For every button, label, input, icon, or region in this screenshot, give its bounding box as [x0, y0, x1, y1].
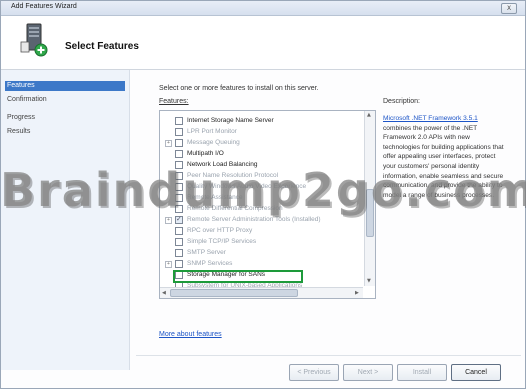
next-button[interactable]: Next >: [343, 364, 393, 381]
nav-item-progress[interactable]: Progress: [5, 113, 125, 123]
scroll-left-icon[interactable]: ◀: [162, 290, 166, 296]
main-content: Select one or more features to install o…: [136, 70, 521, 360]
feature-label: Remote Differential Compression: [187, 205, 283, 212]
footer-divider: [136, 355, 521, 356]
feature-checkbox[interactable]: [175, 128, 183, 136]
page-title: Select Features: [65, 41, 139, 52]
feature-row[interactable]: + Remote Server Administration Tools (Ins…: [160, 214, 363, 225]
description-label: Description:: [383, 98, 420, 105]
expand-icon[interactable]: +: [165, 217, 172, 224]
window-title: Add Features Wizard: [11, 3, 77, 10]
feature-checkbox[interactable]: [175, 150, 183, 158]
instruction-text: Select one or more features to install o…: [159, 85, 319, 92]
feature-label: Internet Storage Name Server: [187, 117, 274, 124]
description-body: Microsoft .NET Framework 3.5.1 combines …: [383, 114, 507, 200]
wizard-nav: Features Confirmation Progress Results: [1, 70, 130, 370]
horizontal-scrollbar[interactable]: ◀ ▶: [160, 287, 363, 298]
feature-checkbox[interactable]: [175, 249, 183, 257]
scroll-right-icon[interactable]: ▶: [355, 290, 359, 296]
feature-row[interactable]: RPC over HTTP Proxy: [160, 225, 363, 236]
vertical-scrollbar[interactable]: ▲ ▼: [364, 111, 375, 286]
features-label: Features:: [159, 98, 189, 105]
feature-row[interactable]: LPR Port Monitor: [160, 126, 363, 137]
feature-checkbox[interactable]: [175, 117, 183, 125]
scroll-up-icon[interactable]: ▲: [367, 112, 371, 118]
expand-icon[interactable]: +: [165, 261, 172, 268]
cancel-button[interactable]: Cancel: [451, 364, 501, 381]
feature-label: Quality Windows Audio Video Experience: [187, 183, 307, 190]
feature-row[interactable]: + SNMP Services: [160, 258, 363, 269]
vertical-scroll-thumb[interactable]: [366, 189, 374, 237]
feature-label: Remote Assistance: [187, 194, 243, 201]
horizontal-scroll-thumb[interactable]: [170, 289, 298, 297]
feature-label: Multipath I/O: [187, 150, 224, 157]
feature-checkbox[interactable]: [175, 194, 183, 202]
nav-item-results[interactable]: Results: [5, 127, 125, 137]
feature-row[interactable]: + Message Queuing: [160, 137, 363, 148]
nav-item-features[interactable]: Features: [5, 81, 125, 91]
feature-label: Simple TCP/IP Services: [187, 238, 257, 245]
description-text: combines the power of the .NET Framework…: [383, 124, 504, 199]
feature-row[interactable]: Storage Manager for SANs: [160, 269, 363, 283]
feature-label: RPC over HTTP Proxy: [187, 227, 253, 234]
feature-checkbox[interactable]: [175, 172, 183, 180]
features-tree[interactable]: Telnet ClientSubsystem for UNIX-based Ap…: [159, 110, 376, 299]
feature-checkbox[interactable]: [175, 260, 183, 268]
feature-row[interactable]: Network Load Balancing: [160, 159, 363, 170]
wizard-header: Select Features: [1, 16, 525, 70]
feature-checkbox[interactable]: [175, 205, 183, 213]
more-about-features-link[interactable]: More about features: [159, 331, 222, 338]
feature-label: SNMP Services: [187, 260, 233, 267]
selection-highlight: [173, 270, 303, 283]
description-link[interactable]: Microsoft .NET Framework 3.5.1: [383, 115, 478, 122]
feature-label: Network Load Balancing: [187, 161, 258, 168]
scroll-down-icon[interactable]: ▼: [367, 278, 371, 284]
feature-row[interactable]: Multipath I/O: [160, 148, 363, 159]
close-button[interactable]: X: [501, 3, 517, 14]
feature-checkbox[interactable]: [175, 227, 183, 235]
feature-checkbox[interactable]: [175, 183, 183, 191]
feature-label: Peer Name Resolution Protocol: [187, 172, 279, 179]
server-add-icon: [20, 23, 48, 57]
feature-checkbox[interactable]: [175, 139, 183, 147]
wizard-window: Add Features Wizard X Select Features Fe…: [0, 0, 526, 389]
feature-checkbox[interactable]: [175, 214, 183, 225]
feature-row[interactable]: Internet Storage Name Server: [160, 115, 363, 126]
install-button[interactable]: Install: [397, 364, 447, 381]
feature-row[interactable]: Remote Differential Compression: [160, 203, 363, 214]
feature-row[interactable]: Simple TCP/IP Services: [160, 236, 363, 247]
feature-row[interactable]: SMTP Server: [160, 247, 363, 258]
nav-item-confirmation[interactable]: Confirmation: [5, 95, 125, 105]
title-bar: Add Features Wizard X: [1, 1, 525, 16]
feature-label: LPR Port Monitor: [187, 128, 237, 135]
feature-row[interactable]: Quality Windows Audio Video Experience: [160, 181, 363, 192]
feature-label: Remote Server Administration Tools (Inst…: [187, 216, 321, 223]
feature-label: Message Queuing: [187, 139, 240, 146]
feature-checkbox[interactable]: [175, 238, 183, 246]
feature-row[interactable]: Peer Name Resolution Protocol: [160, 170, 363, 181]
feature-row[interactable]: Remote Assistance: [160, 192, 363, 203]
feature-checkbox[interactable]: [175, 161, 183, 169]
previous-button[interactable]: < Previous: [289, 364, 339, 381]
expand-icon[interactable]: +: [165, 140, 172, 147]
feature-label: SMTP Server: [187, 249, 226, 256]
